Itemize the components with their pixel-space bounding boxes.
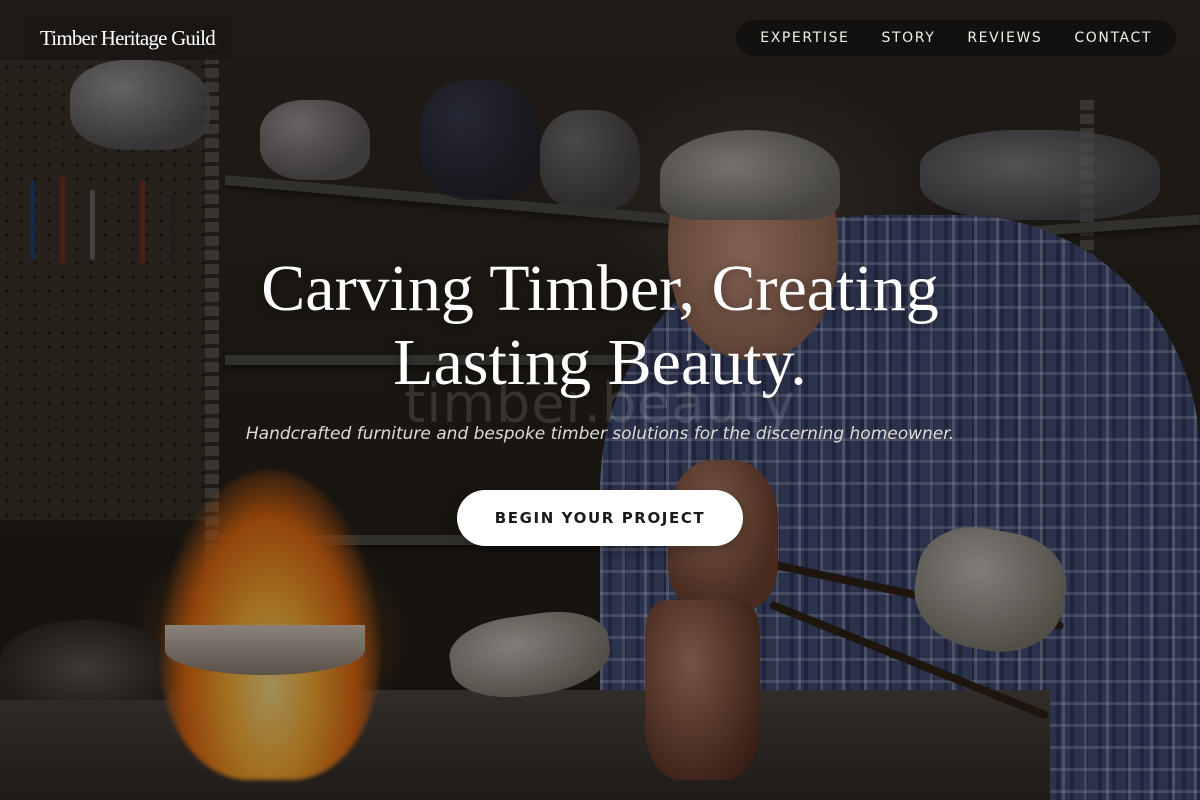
hero-headline-line-1: Carving Timber, Creating [261,252,939,325]
brand-logo[interactable]: Timber Heritage Guild [24,16,231,60]
nav-item-reviews[interactable]: REVIEWS [951,30,1058,46]
begin-project-button[interactable]: BEGIN YOUR PROJECT [457,490,743,546]
nav-item-story[interactable]: STORY [866,30,952,46]
hero-headline-line-2: Lasting Beauty. [393,326,807,399]
hero-tagline: Handcrafted furniture and bespoke timber… [245,424,955,444]
hero-section: Timber Heritage Guild EXPERTISE STORY RE… [0,0,1200,800]
hero-headline: Carving Timber, Creating Lasting Beauty. [0,252,1200,400]
nav-item-expertise[interactable]: EXPERTISE [744,30,865,46]
nav-item-contact[interactable]: CONTACT [1058,30,1168,46]
main-nav: EXPERTISE STORY REVIEWS CONTACT [736,20,1176,56]
